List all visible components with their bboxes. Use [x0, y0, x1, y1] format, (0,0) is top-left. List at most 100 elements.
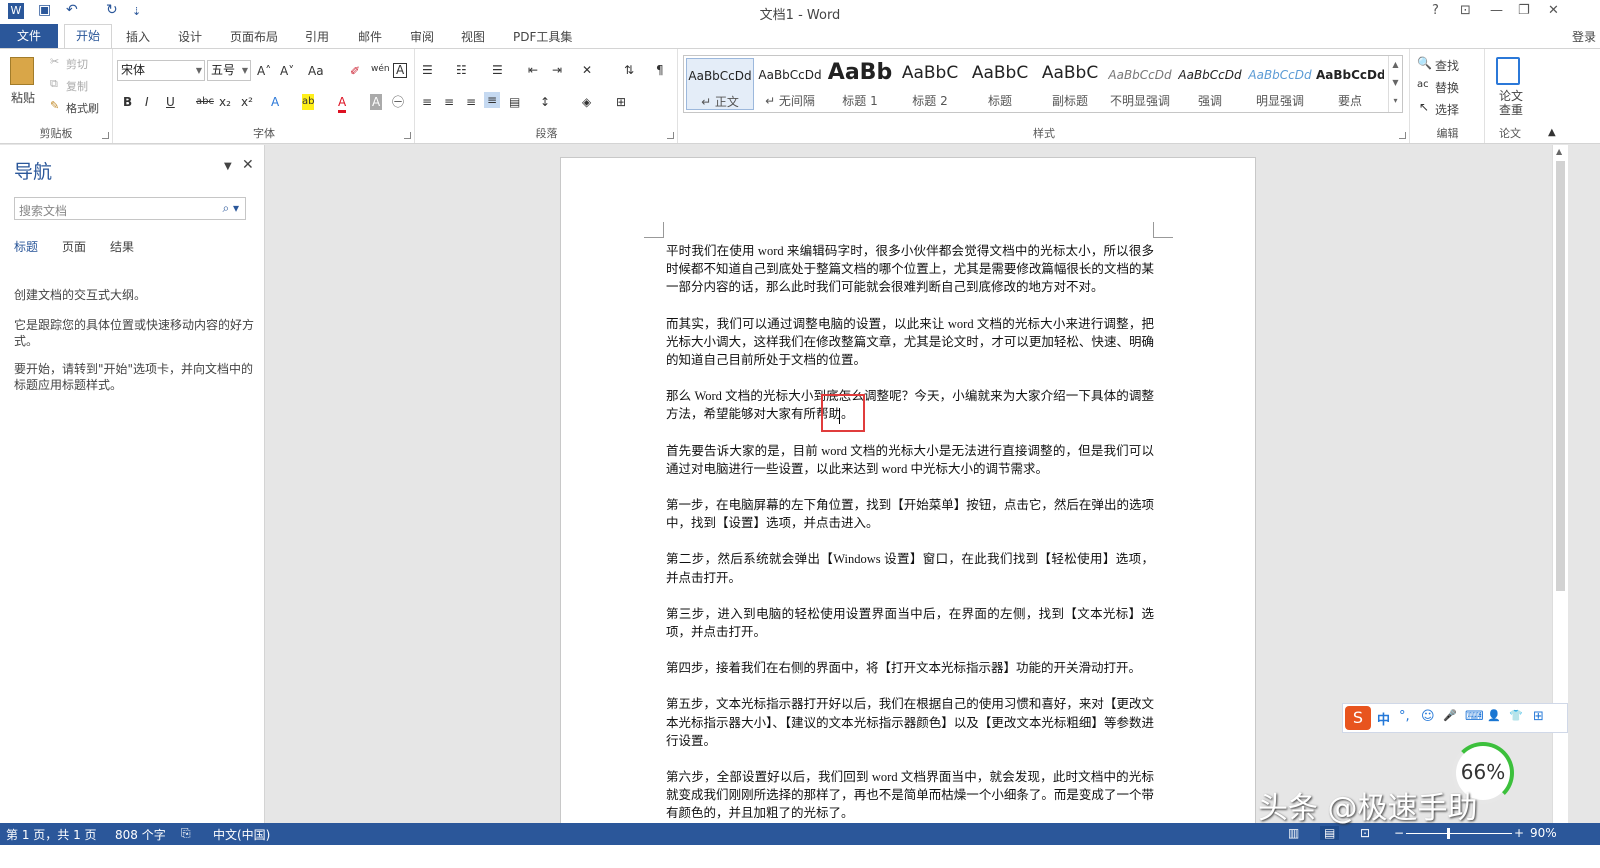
styles-scroll[interactable]: ▲ ▼ ▾ [1388, 56, 1402, 112]
copy-icon[interactable]: ⧉ [50, 77, 58, 91]
zoom-level[interactable]: 90% [1530, 826, 1557, 840]
style-title[interactable]: AaBbC 标题 [966, 58, 1034, 110]
paragraph[interactable]: 第五步，文本光标指示器打开好以后，我们在根据自己的使用习惯和喜好，来对【更改文本… [666, 695, 1154, 750]
style-subtitle[interactable]: AaBbC 副标题 [1036, 58, 1104, 110]
enclose-chars-button[interactable]: ㊀ [392, 94, 404, 110]
help-button[interactable]: ? [1432, 3, 1439, 18]
nav-search-input[interactable]: 搜索文档 ⌕ ▾ [14, 197, 246, 220]
font-color-button[interactable]: A [338, 94, 347, 113]
document-page[interactable]: 平时我们在使用 word 来编辑码字时，很多小伙伴都会觉得文档中的光标太小，所以… [560, 157, 1256, 823]
nav-close-icon[interactable]: ✕ [242, 157, 254, 173]
format-painter-icon[interactable]: ✎ [50, 99, 59, 112]
nav-tab-results[interactable]: 结果 [110, 238, 134, 255]
paragraph[interactable]: 首先要告诉大家的是，目前 word 文档的光标大小是无法进行直接调整的，但是我们… [666, 442, 1154, 478]
strikethrough-button[interactable]: abc [196, 94, 214, 110]
scroll-up-icon[interactable]: ▲ [1556, 147, 1562, 156]
ime-punctuation-icon[interactable]: °, [1399, 709, 1410, 724]
borders-icon[interactable]: ⊞ [616, 94, 626, 110]
language-indicator[interactable]: 中文(中国) [213, 826, 270, 843]
paper-check-icon[interactable] [1496, 57, 1520, 85]
tab-design[interactable]: 设计 [178, 28, 202, 45]
chinese-layout-icon[interactable]: ✕ [582, 62, 592, 78]
tab-view[interactable]: 视图 [461, 28, 485, 45]
align-right-icon[interactable]: ≡ [466, 94, 476, 110]
zoom-out-button[interactable]: − [1394, 826, 1404, 840]
font-size-combo[interactable]: 五号 ▼ [207, 60, 251, 81]
increase-indent-icon[interactable]: ⇥ [552, 62, 562, 78]
show-marks-icon[interactable]: ¶ [656, 62, 664, 78]
underline-button[interactable]: U [166, 94, 175, 110]
replace-icon[interactable]: ac [1417, 77, 1429, 93]
tab-page-layout[interactable]: 页面布局 [230, 28, 278, 45]
paste-button[interactable]: 粘贴 [11, 89, 35, 106]
align-left-icon[interactable]: ≡ [422, 94, 432, 110]
style-intense-emphasis[interactable]: AaBbCcDd 明显强调 [1246, 58, 1314, 110]
search-icon[interactable]: ⌕ ▾ [222, 201, 239, 216]
line-spacing-icon[interactable]: ↕ [540, 94, 550, 110]
ribbon-display-options-button[interactable]: ⊡ [1460, 3, 1471, 18]
find-button[interactable]: 查找 [1435, 57, 1459, 74]
ime-voice-icon[interactable]: 🎤 [1443, 709, 1457, 722]
change-case-button[interactable]: Aa [308, 63, 324, 79]
copy-button[interactable]: 复制 [66, 78, 88, 94]
font-name-combo[interactable]: 宋体 ▼ [117, 60, 205, 81]
scroll-thumb[interactable] [1556, 161, 1565, 591]
numbering-icon[interactable]: ☷ [456, 62, 467, 78]
phonetic-guide-button[interactable]: wén [371, 61, 390, 77]
paragraph-launcher-icon[interactable] [667, 132, 674, 139]
web-layout-icon[interactable]: ⊡ [1360, 826, 1370, 840]
ime-skin-icon[interactable]: 👕 [1509, 709, 1523, 722]
select-button[interactable]: 选择 [1435, 101, 1459, 118]
paragraph[interactable]: 第三步，进入到电脑的轻松使用设置界面当中后，在界面的左侧，找到【文本光标】选项，… [666, 605, 1154, 641]
text-effects-button[interactable]: A [271, 94, 279, 110]
sort-icon[interactable]: ⇅ [624, 62, 634, 78]
restore-button[interactable]: ❐ [1518, 3, 1530, 18]
subscript-button[interactable]: x₂ [219, 94, 231, 110]
ime-user-icon[interactable]: 👤 [1487, 709, 1501, 722]
style-heading-2[interactable]: AaBbC 标题 2 [896, 58, 964, 110]
tab-file[interactable]: 文件 [0, 24, 58, 48]
find-icon[interactable]: 🔍 [1417, 55, 1432, 71]
tab-pdf-tools[interactable]: PDF工具集 [513, 28, 572, 45]
close-button[interactable]: ✕ [1548, 3, 1559, 18]
style-emphasis[interactable]: AaBbCcDd 强调 [1176, 58, 1244, 110]
paragraph[interactable]: 平时我们在使用 word 来编辑码字时，很多小伙伴都会觉得文档中的光标太小，所以… [666, 242, 1154, 297]
decrease-indent-icon[interactable]: ⇤ [528, 62, 538, 78]
clear-format-button[interactable]: ✐ [350, 63, 360, 79]
italic-button[interactable]: I [145, 94, 149, 110]
zoom-slider-thumb[interactable] [1447, 828, 1450, 839]
proofing-icon[interactable]: ⎘ [181, 826, 191, 841]
tab-review[interactable]: 审阅 [410, 28, 434, 45]
paste-icon[interactable] [10, 57, 34, 85]
zoom-slider[interactable] [1406, 833, 1512, 834]
superscript-button[interactable]: x² [241, 94, 253, 110]
paragraph[interactable]: 第六步，全部设置好以后，我们回到 word 文档界面当中，就会发现，此时文档中的… [666, 768, 1154, 823]
paragraph[interactable]: 第一步，在电脑屏幕的左下角位置，找到【开始菜单】按钮，点击它，然后在弹出的选项中… [666, 496, 1154, 532]
document-body[interactable]: 平时我们在使用 word 来编辑码字时，很多小伙伴都会觉得文档中的光标太小，所以… [666, 242, 1154, 823]
nav-tab-pages[interactable]: 页面 [62, 238, 86, 255]
style-heading-1[interactable]: AaBb 标题 1 [826, 58, 894, 110]
zoom-in-button[interactable]: + [1514, 826, 1524, 840]
grow-font-button[interactable]: A˄ [257, 63, 271, 79]
minimize-button[interactable]: — [1490, 3, 1503, 18]
tab-mailings[interactable]: 邮件 [358, 28, 382, 45]
collapse-ribbon-icon[interactable]: ▲ [1548, 125, 1556, 141]
align-center-icon[interactable]: ≡ [444, 94, 454, 110]
bold-button[interactable]: B [123, 94, 132, 110]
tab-insert[interactable]: 插入 [126, 28, 150, 45]
sogou-logo-icon[interactable]: S [1345, 706, 1371, 730]
login-link[interactable]: 登录 [1572, 28, 1596, 45]
bullets-icon[interactable]: ☰ [422, 62, 433, 78]
char-shading-button[interactable]: A [370, 94, 383, 110]
char-border-button[interactable]: A [393, 63, 408, 78]
ime-toolbox-icon[interactable]: ⊞ [1533, 709, 1544, 724]
paragraph[interactable]: 那么 Word 文档的光标大小到底怎么调整呢？今天，小编就来为大家介绍一下具体的… [666, 387, 1154, 423]
style-strong[interactable]: AaBbCcDd 要点 [1316, 58, 1384, 110]
ime-keyboard-icon[interactable]: ⌨ [1465, 709, 1484, 724]
shrink-font-button[interactable]: A˅ [280, 63, 294, 79]
multilevel-list-icon[interactable]: ☰ [492, 62, 503, 78]
paper-check-button[interactable]: 论文查重 [1496, 89, 1526, 117]
styles-launcher-icon[interactable] [1399, 132, 1406, 139]
distributed-icon[interactable]: ▤ [509, 94, 520, 110]
style-subtle-emphasis[interactable]: AaBbCcDd 不明显强调 [1106, 58, 1174, 110]
